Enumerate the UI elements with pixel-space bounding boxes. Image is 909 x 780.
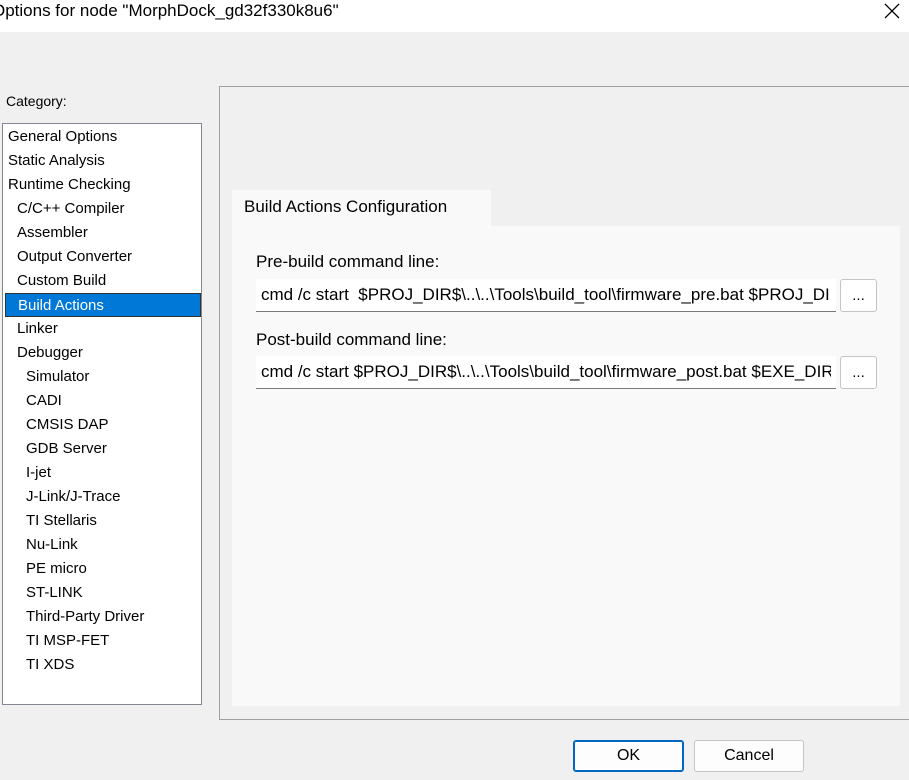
postbuild-browse-button[interactable]: ... — [840, 356, 877, 389]
prebuild-browse-button[interactable]: ... — [840, 279, 877, 312]
tab-build-actions-configuration[interactable]: Build Actions Configuration — [232, 190, 491, 226]
cancel-button[interactable]: Cancel — [694, 740, 804, 772]
category-item-general-options[interactable]: General Options — [5, 125, 117, 149]
category-item-runtime-checking[interactable]: Runtime Checking — [5, 173, 131, 197]
ok-button[interactable]: OK — [573, 740, 684, 772]
category-item-pe-micro[interactable]: PE micro — [5, 557, 87, 581]
category-item-cmsis-dap[interactable]: CMSIS DAP — [5, 413, 109, 437]
close-button[interactable] — [875, 0, 909, 22]
category-item-build-actions[interactable]: Build Actions — [5, 293, 201, 317]
title-bar: Options for node "MorphDock_gd32f330k8u6… — [0, 0, 909, 32]
postbuild-command-input[interactable] — [256, 356, 836, 389]
category-item-linker[interactable]: Linker — [5, 317, 58, 341]
category-item-j-link-j-trace[interactable]: J-Link/J-Trace — [5, 485, 120, 509]
category-item-c-c-compiler[interactable]: C/C++ Compiler — [5, 197, 125, 221]
category-item-ti-stellaris[interactable]: TI Stellaris — [5, 509, 97, 533]
category-item-ti-xds[interactable]: TI XDS — [5, 653, 74, 677]
category-item-nu-link[interactable]: Nu-Link — [5, 533, 78, 557]
category-item-static-analysis[interactable]: Static Analysis — [5, 149, 105, 173]
category-item-debugger[interactable]: Debugger — [5, 341, 83, 365]
category-item-simulator[interactable]: Simulator — [5, 365, 89, 389]
category-item-gdb-server[interactable]: GDB Server — [5, 437, 107, 461]
category-item-cadi[interactable]: CADI — [5, 389, 62, 413]
category-item-st-link[interactable]: ST-LINK — [5, 581, 83, 605]
window-title: Options for node "MorphDock_gd32f330k8u6… — [0, 1, 339, 20]
postbuild-label: Post-build command line: — [256, 330, 447, 349]
prebuild-label: Pre-build command line: — [256, 252, 440, 271]
category-label: Category: — [6, 93, 67, 109]
category-item-assembler[interactable]: Assembler — [5, 221, 88, 245]
category-item-output-converter[interactable]: Output Converter — [5, 245, 132, 269]
category-list[interactable]: General Options Static Analysis Runtime Ch… — [2, 123, 202, 705]
category-item-i-jet[interactable]: I-jet — [5, 461, 51, 485]
category-item-custom-build[interactable]: Custom Build — [5, 269, 106, 293]
prebuild-command-input[interactable] — [256, 279, 836, 312]
category-item-third-party-driver[interactable]: Third-Party Driver — [5, 605, 144, 629]
options-dialog: Options for node "MorphDock_gd32f330k8u6… — [0, 0, 909, 780]
close-icon — [884, 3, 900, 19]
category-item-ti-msp-fet[interactable]: TI MSP-FET — [5, 629, 109, 653]
